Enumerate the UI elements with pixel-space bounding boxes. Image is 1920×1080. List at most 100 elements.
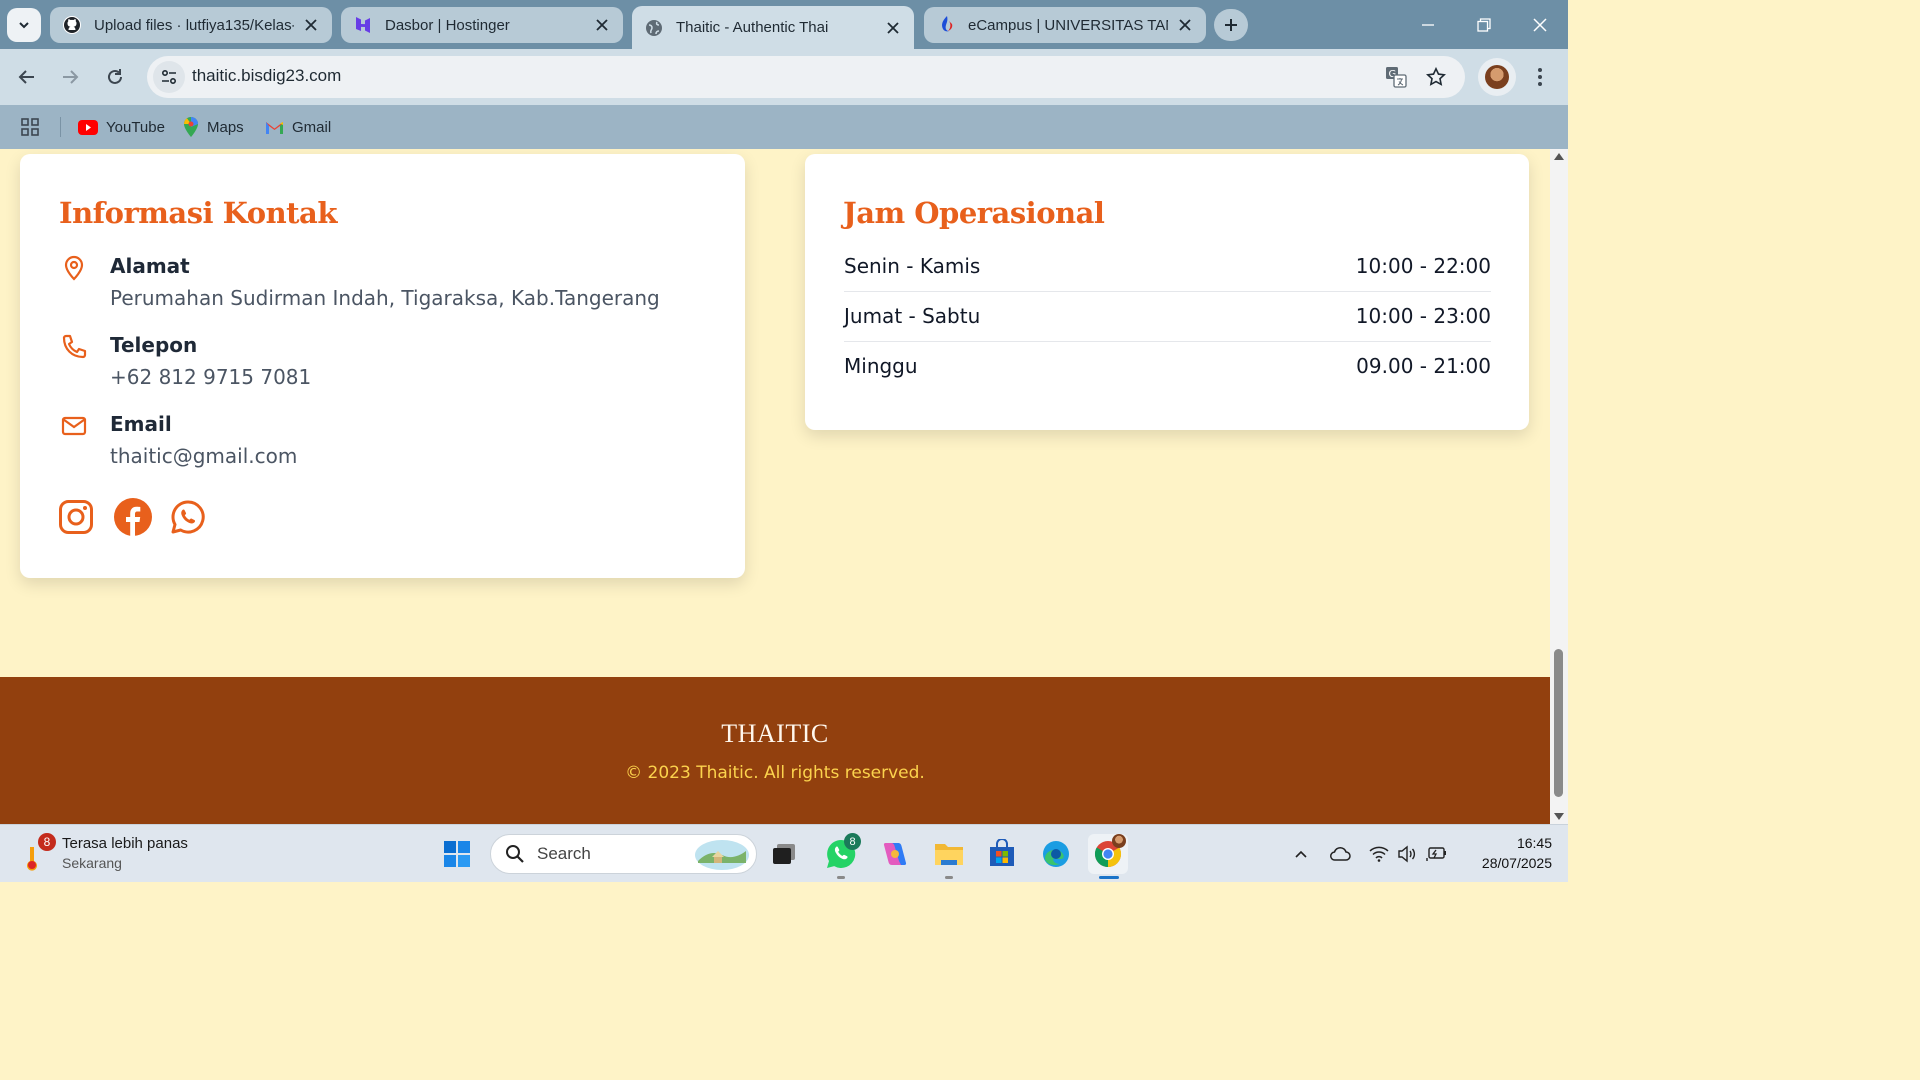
github-icon (62, 15, 82, 35)
close-icon[interactable] (593, 16, 611, 34)
bookmark-gmail[interactable]: Gmail (265, 114, 331, 140)
profile-avatar[interactable] (1478, 58, 1516, 96)
store-icon (990, 839, 1014, 866)
battery-charging-icon (1426, 847, 1446, 861)
phone-info: Telepon +62 812 9715 7081 (60, 333, 311, 389)
show-hidden-icons-button[interactable] (1289, 842, 1313, 866)
taskbar-chrome[interactable] (1088, 834, 1128, 874)
reload-button[interactable] (97, 59, 133, 95)
running-indicator (945, 876, 953, 879)
onedrive-tray[interactable] (1328, 842, 1352, 866)
close-icon[interactable] (302, 16, 320, 34)
tab-title: Dasbor | Hostinger (385, 16, 510, 34)
avatar (1485, 65, 1509, 89)
taskbar-edge[interactable] (1036, 834, 1076, 874)
new-tab-button[interactable] (1214, 9, 1248, 41)
tab-search-button[interactable] (7, 8, 41, 42)
translate-button[interactable]: G (1384, 65, 1408, 89)
back-button[interactable] (9, 59, 45, 95)
facebook-link[interactable] (113, 497, 153, 537)
tab-hostinger[interactable]: Dasbor | Hostinger (341, 7, 623, 43)
system-clock[interactable]: 16:45 28/07/2025 (1460, 833, 1552, 873)
email-info: Email thaitic@gmail.com (60, 412, 297, 468)
browser-toolbar: thaitic.bisdig23.com G (0, 49, 1568, 105)
restore-button[interactable] (1456, 0, 1512, 49)
hostinger-icon (353, 15, 373, 35)
volume-tray[interactable] (1395, 842, 1419, 866)
close-window-button[interactable] (1512, 0, 1568, 49)
contact-card: Informasi Kontak Alamat Perumahan Sudirm… (20, 154, 745, 578)
whatsapp-badge: 8 (844, 833, 861, 850)
scroll-up-arrow[interactable] (1554, 153, 1564, 160)
taskbar-search[interactable]: Search (490, 834, 757, 874)
address-info: Alamat Perumahan Sudirman Indah, Tigarak… (60, 254, 660, 310)
bookmark-youtube[interactable]: YouTube (78, 114, 165, 140)
ecampus-icon (936, 15, 956, 35)
search-placeholder: Search (537, 844, 591, 863)
clock-time: 16:45 (1516, 835, 1552, 851)
cloud-icon (1330, 846, 1351, 861)
tab-github[interactable]: Upload files · lutfiya135/Kelas-F (50, 7, 332, 43)
address-bar[interactable]: thaitic.bisdig23.com G (147, 56, 1465, 98)
start-button[interactable] (437, 834, 477, 874)
instagram-link[interactable] (58, 499, 94, 535)
wifi-icon (1369, 846, 1389, 862)
bookmark-label: YouTube (106, 118, 165, 136)
avatar (1112, 834, 1126, 848)
url-text[interactable]: thaitic.bisdig23.com (192, 66, 341, 86)
tune-icon (161, 69, 177, 85)
close-icon[interactable] (884, 19, 902, 37)
browser-menu-button[interactable] (1528, 65, 1552, 89)
hours-day: Jumat - Sabtu (844, 304, 981, 328)
bookmark-label: Gmail (292, 118, 332, 136)
arrow-right-icon (63, 70, 79, 84)
hours-time: 10:00 - 22:00 (1355, 254, 1491, 278)
battery-tray[interactable] (1425, 842, 1449, 866)
site-info-button[interactable] (153, 61, 185, 93)
taskbar-whatsapp[interactable]: 8 (821, 833, 861, 874)
taskbar-file-explorer[interactable] (929, 834, 969, 874)
scroll-down-arrow[interactable] (1554, 813, 1564, 820)
tab-title: Thaitic - Authentic Thai (676, 19, 829, 36)
whatsapp-link[interactable] (170, 499, 206, 535)
hours-row: Jumat - Sabtu 10:00 - 23:00 (844, 291, 1491, 341)
tab-title: eCampus | UNIVERSITAS TANGE (968, 16, 1168, 34)
search-icon (506, 845, 524, 863)
phone-value[interactable]: +62 812 9715 7081 (110, 365, 311, 389)
facebook-icon (114, 498, 152, 536)
bookmark-label: Maps (207, 118, 244, 136)
gmail-icon (266, 121, 283, 134)
apps-grid-icon (21, 118, 39, 136)
instagram-icon (59, 500, 93, 534)
scroll-thumb[interactable] (1554, 649, 1563, 797)
phone-label: Telepon (110, 333, 198, 357)
footer-brand: THAITIC (721, 719, 829, 748)
weather-widget[interactable]: 8 Terasa lebih panas Sekarang (22, 833, 212, 875)
tab-ecampus[interactable]: eCampus | UNIVERSITAS TANGE (924, 7, 1206, 43)
restore-icon (1477, 17, 1491, 32)
forward-button[interactable] (52, 59, 88, 95)
page-scrollbar[interactable] (1550, 149, 1568, 824)
email-value[interactable]: thaitic@gmail.com (110, 444, 297, 468)
wifi-tray[interactable] (1367, 842, 1391, 866)
plus-icon (1225, 19, 1237, 31)
browser-tab-bar: Upload files · lutfiya135/Kelas-F Dasbor… (0, 0, 1568, 49)
bookmark-star-button[interactable] (1424, 65, 1448, 89)
taskbar-copilot[interactable] (875, 834, 915, 874)
weather-badge: 8 (38, 833, 56, 851)
tab-thaitic[interactable]: Thaitic - Authentic Thai (632, 6, 914, 49)
arrow-left-icon (18, 70, 34, 84)
minimize-button[interactable] (1400, 0, 1456, 49)
apps-button[interactable] (20, 114, 40, 140)
windows-icon (444, 841, 470, 867)
task-view-button[interactable] (764, 834, 804, 874)
footer-copyright: © 2023 Thaitic. All rights reserved. (625, 763, 925, 783)
bookmark-maps[interactable]: Maps (183, 114, 244, 140)
site-footer: THAITIC © 2023 Thaitic. All rights reser… (0, 677, 1550, 824)
minimize-icon (1422, 23, 1434, 26)
weather-title: Terasa lebih panas (62, 835, 188, 852)
chevron-down-icon (19, 22, 29, 29)
clock-date: 28/07/2025 (1481, 855, 1552, 871)
close-icon[interactable] (1176, 16, 1194, 34)
taskbar-store[interactable] (982, 834, 1022, 874)
